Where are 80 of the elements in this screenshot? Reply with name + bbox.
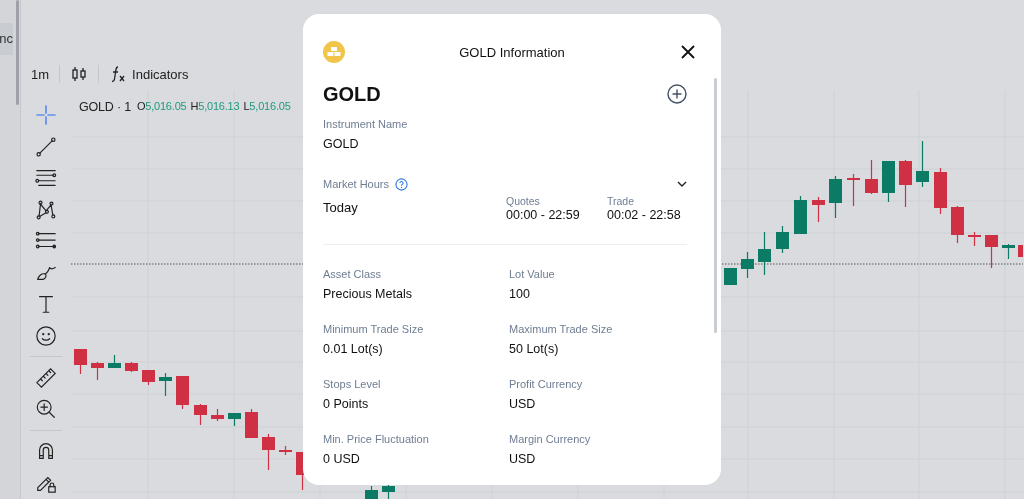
candle xyxy=(142,369,155,386)
candle xyxy=(1002,243,1015,260)
close-button[interactable] xyxy=(679,43,697,61)
candle xyxy=(847,173,860,207)
field-label: Maximum Trade Size xyxy=(509,322,614,336)
candle xyxy=(159,372,172,397)
field-label: Instrument Name xyxy=(323,117,409,131)
candle xyxy=(899,159,912,208)
add-button[interactable] xyxy=(667,84,687,104)
candle xyxy=(776,225,789,254)
field-value: USD xyxy=(509,396,537,412)
candle xyxy=(829,175,842,219)
candle xyxy=(865,159,878,195)
day-label: Today xyxy=(323,200,359,215)
pattern-icon xyxy=(35,198,57,221)
candle xyxy=(91,361,104,381)
candle xyxy=(951,205,964,244)
scrollbar[interactable] xyxy=(16,0,19,105)
help-icon[interactable] xyxy=(395,177,409,191)
field-label: Asset Class xyxy=(323,267,383,281)
interval-button[interactable]: 1m xyxy=(31,66,50,82)
session-label: Quotes xyxy=(506,195,541,207)
candle xyxy=(968,231,981,247)
dialog-title: GOLD Information xyxy=(459,44,565,60)
field-label: Profit Currency xyxy=(509,377,584,391)
candle xyxy=(1018,245,1023,257)
price-value: L5,016.05 xyxy=(243,100,291,114)
scrollbar[interactable] xyxy=(714,78,717,333)
ruler-icon xyxy=(35,366,57,389)
price-value: H5,016.13 xyxy=(190,100,240,114)
candle xyxy=(194,403,207,426)
candle xyxy=(916,140,929,188)
crosshair-icon xyxy=(35,104,57,126)
field-label: Market Hours xyxy=(323,177,390,191)
session-label: Trade xyxy=(607,195,636,207)
instrument-symbol: GOLD xyxy=(323,82,381,106)
symbol-label: GOLD · 1 xyxy=(79,100,131,114)
candle xyxy=(758,231,771,276)
field-value: 50 Lot(s) xyxy=(509,341,560,357)
parallel-lines-icon xyxy=(35,167,57,189)
candle xyxy=(934,167,947,215)
ingots-icon xyxy=(323,41,345,63)
candle xyxy=(228,412,241,427)
candle xyxy=(794,195,807,235)
candle xyxy=(985,234,998,269)
candle xyxy=(74,348,87,375)
candle xyxy=(724,267,737,286)
candle xyxy=(211,408,224,422)
session-hours: 00:02 - 22:58 xyxy=(607,208,682,222)
field-value: 100 xyxy=(509,286,531,302)
field-label: Margin Currency xyxy=(509,432,592,446)
candle xyxy=(176,375,189,410)
trend-line-icon xyxy=(35,135,57,158)
field-value: Precious Metals xyxy=(323,286,413,302)
field-value: 0 USD xyxy=(323,451,361,467)
field-label: Min. Price Fluctuation xyxy=(323,432,430,446)
field-label: Stops Level xyxy=(323,377,382,391)
field-label: Lot Value xyxy=(509,267,556,281)
candle xyxy=(262,433,275,471)
indicators-button[interactable]: Indicators xyxy=(109,65,189,83)
candle xyxy=(108,354,121,369)
candle xyxy=(812,196,825,223)
emoji-icon xyxy=(35,324,57,347)
field-value: 0.01 Lot(s) xyxy=(323,341,384,357)
candle xyxy=(279,445,292,456)
field-value: 0 Points xyxy=(323,396,370,412)
session-hours: 00:00 - 22:59 xyxy=(506,208,581,222)
field-label: Minimum Trade Size xyxy=(323,322,425,336)
candle xyxy=(245,408,258,439)
price-value: O5,016.05 xyxy=(136,100,187,114)
candle xyxy=(741,251,754,279)
field-value: USD xyxy=(509,451,537,467)
candle xyxy=(365,485,378,499)
chevron-down-icon[interactable] xyxy=(677,181,687,187)
sidebar-tab[interactable]: nc xyxy=(0,23,13,55)
candle xyxy=(125,361,138,373)
candle xyxy=(882,160,895,203)
candles-icon[interactable] xyxy=(70,65,89,83)
field-value: GOLD xyxy=(323,136,360,152)
zoom-icon xyxy=(35,398,57,420)
